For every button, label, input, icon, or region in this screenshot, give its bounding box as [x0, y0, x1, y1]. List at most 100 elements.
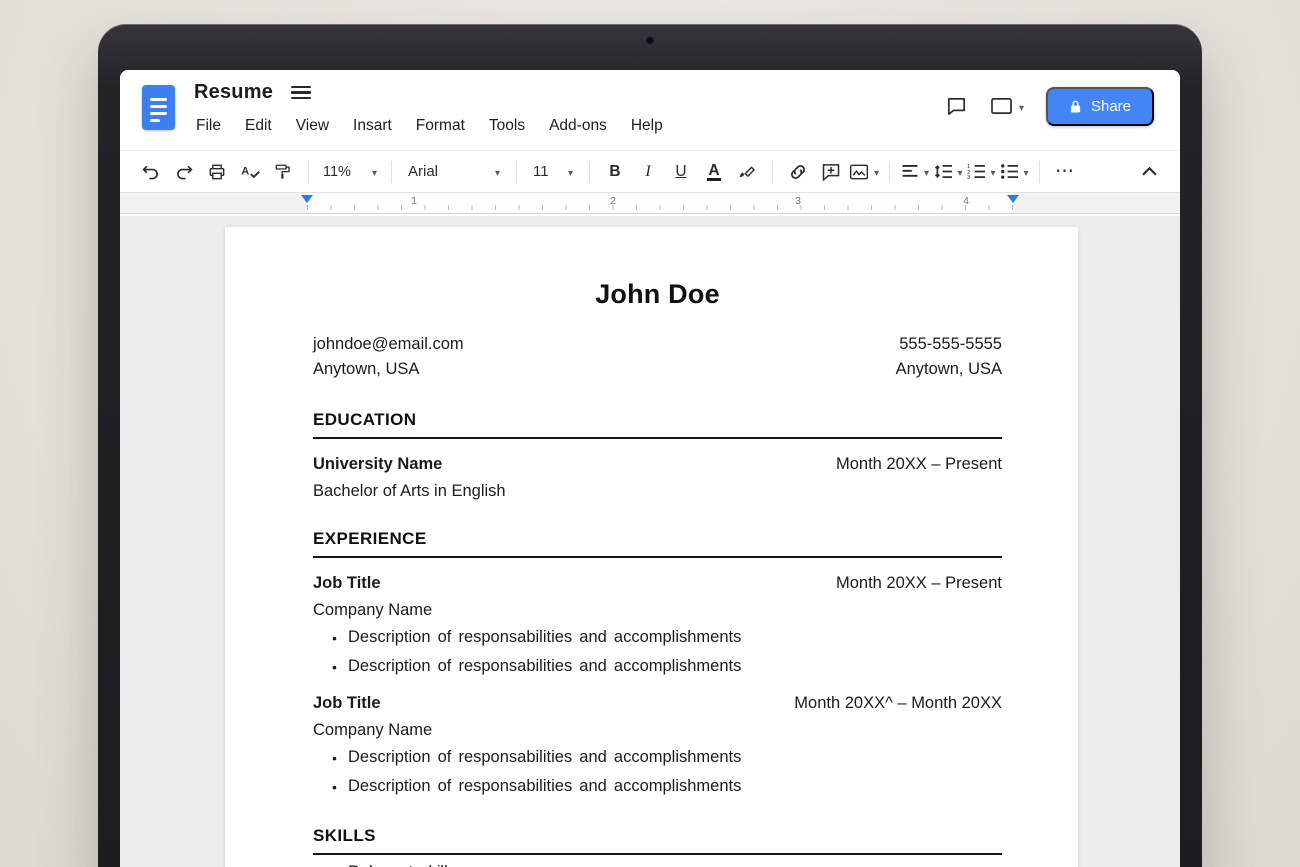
- bold-button[interactable]: B: [600, 157, 630, 187]
- print-button[interactable]: [202, 157, 232, 187]
- contact-email[interactable]: johndoe@email.com: [313, 332, 464, 357]
- toolbar-divider: [308, 161, 309, 183]
- insert-comment-button[interactable]: [816, 157, 846, 187]
- contact-left-column: johndoe@email.com Anytown, USA: [313, 332, 464, 382]
- menu-bar: File Edit View Insart Format Tools Add-o…: [196, 117, 663, 135]
- section-heading-education[interactable]: EDUCATION: [313, 410, 1002, 439]
- school-name[interactable]: University Name: [313, 455, 442, 474]
- comments-button[interactable]: [945, 95, 968, 118]
- undo-button[interactable]: [136, 157, 166, 187]
- comment-icon: [945, 95, 968, 118]
- left-indent-marker[interactable]: [301, 195, 313, 203]
- section-heading-skills[interactable]: SKILLS: [313, 826, 1002, 855]
- header-actions: Share: [945, 87, 1154, 126]
- caret-down-icon: [372, 164, 377, 180]
- underline-button[interactable]: U: [666, 157, 696, 187]
- company-name[interactable]: Company Name: [313, 601, 1002, 620]
- job-title[interactable]: Job Title: [313, 694, 381, 713]
- font-family-select[interactable]: Arial: [402, 157, 506, 187]
- docs-icon-line: [150, 98, 167, 101]
- contact-city-left[interactable]: Anytown, USA: [313, 357, 464, 382]
- contact-right-column: 555-555-5555 Anytown, USA: [896, 332, 1002, 382]
- link-icon: [787, 161, 809, 183]
- toolbar-divider: [1039, 161, 1040, 183]
- webcam-dot: [646, 36, 655, 45]
- job-date[interactable]: Month 20XX – Present: [836, 574, 1002, 593]
- degree-line[interactable]: Bachelor of Arts in English: [313, 482, 1002, 501]
- hamburger-bar: [291, 97, 311, 99]
- horizontal-ruler[interactable]: 1 2 3 4: [120, 193, 1180, 214]
- menu-format[interactable]: Format: [416, 117, 465, 135]
- document-page[interactable]: John Doe johndoe@email.com Anytown, USA …: [225, 227, 1078, 867]
- bullet-text: Description of responsabilities and acco…: [348, 748, 741, 769]
- hamburger-bar: [291, 86, 311, 88]
- resume-name[interactable]: John Doe: [313, 279, 1002, 310]
- job-block: Job Title Month 20XX – Present Company N…: [313, 574, 1002, 678]
- line-spacing-button[interactable]: [933, 157, 963, 187]
- title-row: Resume: [194, 81, 311, 104]
- skill-bullet[interactable]: Relevant skill: [313, 863, 1002, 867]
- docs-icon-line: [150, 119, 160, 122]
- insert-image-button[interactable]: [849, 157, 879, 187]
- bullet-text: Description of responsabilities and acco…: [348, 777, 741, 798]
- menu-view[interactable]: View: [296, 117, 329, 135]
- menu-insert[interactable]: Insart: [353, 117, 392, 135]
- font-size-select[interactable]: 11: [527, 157, 579, 187]
- document-title[interactable]: Resume: [194, 81, 273, 104]
- numbered-list-button[interactable]: 123: [966, 157, 996, 187]
- paint-roller-icon: [274, 162, 292, 182]
- text-color-button[interactable]: A: [699, 157, 729, 187]
- ruler-number: 1: [411, 195, 417, 207]
- collapse-toolbar-button[interactable]: [1134, 157, 1164, 187]
- bulleted-list-button[interactable]: [999, 157, 1029, 187]
- lock-icon: [1069, 99, 1082, 114]
- docs-app-icon[interactable]: [142, 85, 175, 130]
- align-button[interactable]: [900, 157, 930, 187]
- spellcheck-button[interactable]: A: [235, 157, 265, 187]
- menu-edit[interactable]: Edit: [245, 117, 272, 135]
- caret-down-icon: [924, 163, 929, 181]
- insert-link-button[interactable]: [783, 157, 813, 187]
- present-button[interactable]: [990, 97, 1024, 116]
- italic-button[interactable]: I: [633, 157, 663, 187]
- job-date[interactable]: Month 20XX^ – Month 20XX: [794, 694, 1002, 713]
- job-bullet[interactable]: Description of responsabilities and acco…: [313, 657, 1002, 678]
- right-indent-marker[interactable]: [1007, 195, 1019, 203]
- menu-tools[interactable]: Tools: [489, 117, 525, 135]
- zoom-select[interactable]: 11%: [319, 157, 381, 187]
- app-header: Resume File Edit View Insart Format Tool…: [120, 70, 1180, 150]
- toolbar-divider: [772, 161, 773, 183]
- redo-button[interactable]: [169, 157, 199, 187]
- align-left-icon: [901, 164, 919, 179]
- menu-help[interactable]: Help: [631, 117, 663, 135]
- job-bullet[interactable]: Description of responsabilities and acco…: [313, 777, 1002, 798]
- education-date[interactable]: Month 20XX – Present: [836, 455, 1002, 474]
- print-icon: [207, 162, 227, 182]
- company-name[interactable]: Company Name: [313, 721, 1002, 740]
- paint-format-button[interactable]: [268, 157, 298, 187]
- job-block: Job Title Month 20XX^ – Month 20XX Compa…: [313, 694, 1002, 798]
- bullet-text: Description of responsabilities and acco…: [348, 657, 741, 678]
- more-options-button[interactable]: [1050, 157, 1080, 187]
- caret-down-icon: [495, 163, 500, 180]
- section-heading-experience[interactable]: EXPERIENCE: [313, 529, 1002, 558]
- contact-city-right[interactable]: Anytown, USA: [896, 357, 1002, 382]
- numbered-list-icon: 123: [967, 164, 986, 179]
- highlight-button[interactable]: [732, 157, 762, 187]
- ruler-number: 4: [963, 195, 969, 207]
- job-title[interactable]: Job Title: [313, 574, 381, 593]
- menu-file[interactable]: File: [196, 117, 221, 135]
- job-bullet[interactable]: Description of responsabilities and acco…: [313, 748, 1002, 769]
- menu-addons[interactable]: Add-ons: [549, 117, 607, 135]
- font-name: Arial: [408, 163, 438, 180]
- education-entry: University Name Month 20XX – Present: [313, 455, 1002, 474]
- comment-plus-icon: [821, 162, 841, 181]
- share-button[interactable]: Share: [1046, 87, 1154, 126]
- formatting-toolbar: A 11% Arial 11 B I U: [120, 150, 1180, 193]
- caret-down-icon: [874, 163, 879, 181]
- contact-phone[interactable]: 555-555-5555: [896, 332, 1002, 357]
- toolbar-divider: [889, 161, 890, 183]
- menu-hamburger-icon[interactable]: [291, 86, 311, 100]
- spellcheck-icon: A: [240, 162, 261, 182]
- job-bullet[interactable]: Description of responsabilities and acco…: [313, 628, 1002, 649]
